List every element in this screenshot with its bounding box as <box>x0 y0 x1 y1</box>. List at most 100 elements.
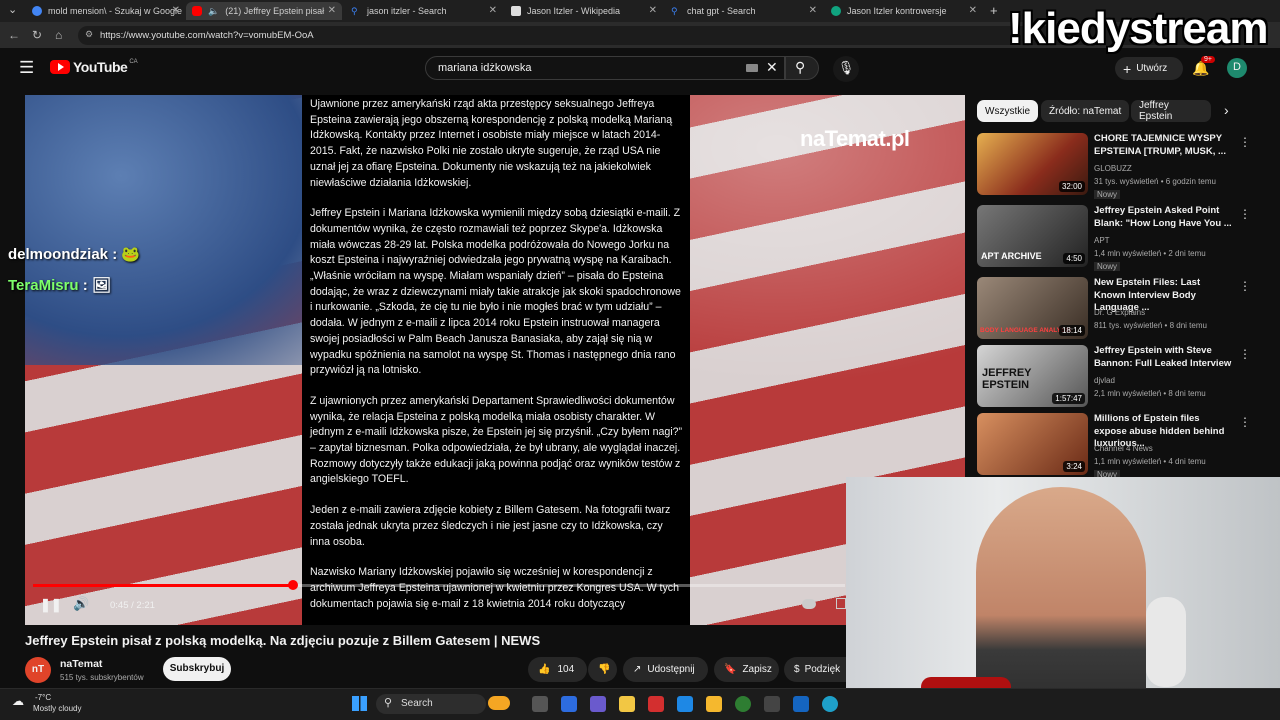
headphones <box>1146 597 1186 687</box>
chatgpt-favicon-icon <box>831 6 841 16</box>
back-icon[interactable]: ← <box>8 28 20 42</box>
subscribe-button[interactable]: Subskrybuj <box>163 657 231 681</box>
app-icon[interactable] <box>677 696 693 712</box>
volume-icon[interactable]: 🔊 <box>73 596 89 612</box>
bing-search-icon: ⚲ <box>671 6 678 16</box>
browser-tab[interactable]: mold mension\ - Szukaj w Google ✕ <box>26 2 186 20</box>
more-options-icon[interactable]: ⋮ <box>1239 279 1251 293</box>
tab-list-chevron-icon[interactable]: ⌄ <box>8 3 17 16</box>
recommendation-item[interactable]: JEFFREY EPSTEIN 1:57:47 Jeffrey Epstein … <box>977 345 1267 409</box>
tab-title: jason itzler - Search <box>367 6 447 16</box>
app-icon[interactable] <box>735 696 751 712</box>
new-tab-icon[interactable]: + <box>990 3 998 18</box>
chat-username: delmoondziak <box>8 246 109 263</box>
chip-topic[interactable]: Jeffrey Epstein <box>1131 100 1211 122</box>
article-paragraph: Ujawnione przez amerykański rząd akta pr… <box>310 98 673 189</box>
notifications-button[interactable]: 🔔 9+ <box>1192 56 1215 78</box>
chip-source[interactable]: Źródło: naTemat <box>1041 100 1130 122</box>
thumbs-up-icon: 👍 <box>538 664 551 675</box>
progress-scrubber[interactable] <box>287 580 298 590</box>
voice-search-button[interactable]: 🎙 <box>833 56 859 82</box>
weather-icon[interactable]: ☁ <box>12 694 24 708</box>
more-options-icon[interactable]: ⋮ <box>1239 207 1251 221</box>
miniplayer-icon[interactable] <box>836 598 846 609</box>
more-options-icon[interactable]: ⋮ <box>1239 135 1251 149</box>
chip-all[interactable]: Wszystkie <box>977 100 1038 122</box>
search-input[interactable]: mariana idżkowska ✕ <box>425 56 785 80</box>
thanks-button[interactable]: $ Podzięk <box>784 657 846 682</box>
task-view-icon[interactable] <box>532 696 548 712</box>
browser-tab[interactable]: ⚲ chat gpt - Search ✕ <box>665 2 823 20</box>
save-button[interactable]: 🔖 Zapisz <box>714 657 779 682</box>
share-button[interactable]: ↗ Udostępnij <box>623 657 708 682</box>
autoplay-toggle-icon[interactable] <box>802 599 816 609</box>
browser-tab-active[interactable]: 🔈 (21) Jeffrey Epstein pisał z p ✕ <box>186 2 342 20</box>
video-thumbnail: 32:00 <box>977 133 1088 195</box>
search-button[interactable]: ⚲ <box>785 56 819 80</box>
save-label: Zapisz <box>742 664 772 675</box>
browser-tab[interactable]: Jason Itzler kontrowersje ✕ <box>825 2 983 20</box>
close-tab-icon[interactable]: ✕ <box>969 5 977 16</box>
edge-icon[interactable] <box>822 696 838 712</box>
app-icon[interactable] <box>619 696 635 712</box>
like-button[interactable]: 👍 104 <box>528 657 587 682</box>
app-icon[interactable] <box>648 696 664 712</box>
url-text: https://www.youtube.com/watch?v=vomubEM-… <box>100 30 314 41</box>
site-info-icon[interactable]: ⚙ <box>85 29 93 40</box>
pause-icon[interactable]: ❚❚ <box>40 597 62 613</box>
rec-channel: djvlad <box>1094 376 1115 385</box>
close-tab-icon[interactable]: ✕ <box>172 5 180 16</box>
share-label: Udostępnij <box>647 664 695 675</box>
keyboard-icon[interactable] <box>746 64 758 72</box>
chevron-right-icon[interactable]: › <box>1224 102 1229 118</box>
close-tab-icon[interactable]: ✕ <box>328 5 336 16</box>
app-icon[interactable] <box>561 696 577 712</box>
tab-title: mold mension\ - Szukaj w Google <box>48 6 183 16</box>
browser-tab[interactable]: ⚲ jason itzler - Search ✕ <box>345 2 503 20</box>
recommendation-item[interactable]: BODY LANGUAGE ANALYSIS 18:14 New Epstein… <box>977 277 1267 341</box>
recommendation-item[interactable]: 32:00 CHORE TAJEMNICE WYSPY EPSTEINA [TR… <box>977 133 1267 199</box>
recommendation-item[interactable]: 3:24 Millions of Epstein files expose ab… <box>977 413 1267 479</box>
channel-name[interactable]: naTemat <box>60 658 102 670</box>
thumbnail-text: BODY LANGUAGE ANALYSIS <box>980 327 1072 334</box>
dislike-button[interactable]: 👎 <box>588 657 617 682</box>
avatar[interactable]: D <box>1227 58 1247 78</box>
search-icon: ⚲ <box>795 59 806 75</box>
more-options-icon[interactable]: ⋮ <box>1239 347 1251 361</box>
stream-command-overlay: !kiedystream <box>1008 4 1268 53</box>
channel-avatar[interactable]: nT <box>25 657 51 683</box>
recommendation-item[interactable]: APT ARCHIVE 4:50 Jeffrey Epstein Asked P… <box>977 205 1267 271</box>
browser-tab[interactable]: Jason Itzler - Wikipedia ✕ <box>505 2 663 20</box>
microphone-icon: 🎙 <box>837 60 855 75</box>
create-label: Utwórz <box>1136 63 1168 74</box>
video-article-text: Ujawnione przez amerykański rząd akta pr… <box>302 95 690 625</box>
speaker-icon[interactable]: 🔈 <box>208 6 219 17</box>
natemat-watermark: naTemat.pl <box>800 126 910 151</box>
close-tab-icon[interactable]: ✕ <box>489 5 497 16</box>
close-tab-icon[interactable]: ✕ <box>649 5 657 16</box>
time-display: 0:45 / 2:21 <box>110 600 155 611</box>
close-tab-icon[interactable]: ✕ <box>809 5 817 16</box>
more-options-icon[interactable]: ⋮ <box>1239 415 1251 429</box>
clear-search-icon[interactable]: ✕ <box>766 59 778 76</box>
taskbar <box>0 688 1280 720</box>
google-favicon-icon <box>32 6 42 16</box>
create-button[interactable]: + Utwórz <box>1115 57 1183 80</box>
file-explorer-icon[interactable] <box>706 696 722 712</box>
taskbar-search[interactable]: ⚲ Search <box>376 694 510 714</box>
youtube-wordmark: YouTube <box>73 59 128 75</box>
duration-badge: 3:24 <box>1063 461 1085 472</box>
app-icon[interactable] <box>793 696 809 712</box>
home-icon[interactable]: ⌂ <box>55 28 62 42</box>
menu-icon[interactable]: ☰ <box>19 58 34 78</box>
youtube-logo[interactable]: YouTube CA <box>50 59 138 75</box>
reload-icon[interactable]: ↻ <box>32 28 42 42</box>
taskbar-search-label: Search <box>401 698 433 709</box>
windows-start-icon[interactable] <box>352 696 367 711</box>
rec-meta: 1,1 mln wyświetleń • 4 dni temu <box>1094 457 1206 466</box>
app-icon[interactable] <box>590 696 606 712</box>
weather-text: Mostly cloudy <box>33 704 82 713</box>
app-icon[interactable] <box>764 696 780 712</box>
webcam-overlay <box>846 477 1280 720</box>
tab-title: (21) Jeffrey Epstein pisał z p <box>225 6 325 16</box>
